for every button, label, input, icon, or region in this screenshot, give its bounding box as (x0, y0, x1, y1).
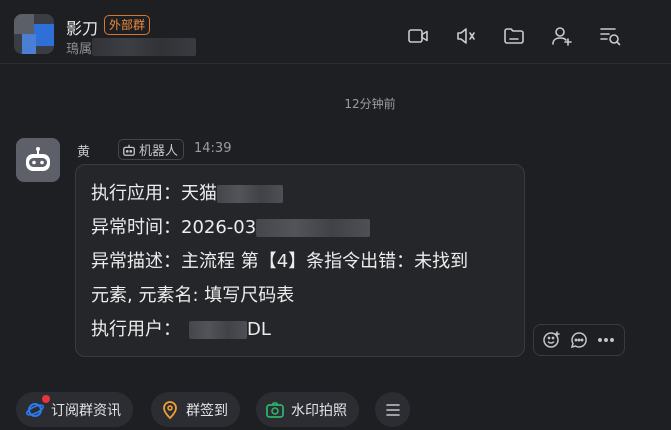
message-line-user: 执行用户： DL (91, 319, 271, 340)
bot-avatar[interactable] (16, 138, 60, 182)
redacted-app-name (217, 185, 283, 203)
message-line-app: 执行应用：天猫 (91, 177, 524, 211)
checkin-label: 群签到 (186, 402, 228, 419)
location-pin-icon (163, 400, 177, 419)
message-line-desc-cont: 元素, 元素名: 填写尺码表 (91, 285, 295, 306)
robot-tag-label: 机器人 (139, 144, 179, 159)
sender-name[interactable]: 黄 (77, 141, 90, 160)
message-actions (533, 324, 625, 356)
message-line-time: 异常时间：2026-03 (91, 211, 524, 245)
checkin-button[interactable]: 群签到 (151, 392, 240, 427)
robot-tag-icon (123, 144, 135, 156)
timestamp-separator: 12分钟前 (344, 97, 396, 111)
planet-icon (25, 402, 45, 417)
message-bubble[interactable]: 执行应用：天猫 异常时间：2026-03 异常描述：主流程 第【4】条指令出错：… (75, 164, 525, 357)
redacted-subtitle (92, 38, 196, 56)
redacted-time (256, 219, 371, 237)
video-call-icon[interactable] (406, 24, 430, 48)
watermark-photo-button[interactable]: 水印拍照 (256, 392, 359, 427)
reply-icon[interactable] (568, 329, 590, 351)
chat-header: 影刀 外部群 鳿属 (0, 0, 671, 64)
group-subtitle: 鳿属 (66, 42, 93, 57)
notification-dot (42, 395, 50, 403)
external-group-badge: 外部群 (104, 15, 151, 35)
subscribe-news-button[interactable]: 订阅群资讯 (16, 392, 133, 427)
add-member-icon[interactable] (550, 24, 574, 48)
speaker-icon[interactable] (454, 24, 478, 48)
folder-icon[interactable] (502, 24, 526, 48)
menu-icon (385, 403, 400, 416)
group-name[interactable]: 影刀 (66, 15, 98, 39)
robot-tag: 机器人 (118, 139, 185, 160)
camera-icon (266, 401, 284, 418)
message-line-desc: 异常描述：主流程 第【4】条指令出错：未找到 (91, 251, 469, 272)
robot-icon (26, 147, 50, 171)
redacted-user (189, 321, 247, 339)
subscribe-news-label: 订阅群资讯 (51, 402, 121, 419)
message-time: 14:39 (194, 141, 232, 156)
more-menu-button[interactable] (375, 392, 410, 427)
add-reaction-icon[interactable] (541, 329, 563, 351)
chat-window: 影刀 外部群 鳿属 12分钟前 黄 机器人 14:39 执行应用：天猫 异常时间… (0, 0, 671, 430)
group-avatar[interactable] (14, 14, 54, 54)
search-history-icon[interactable] (598, 24, 622, 48)
more-icon[interactable] (595, 329, 617, 351)
watermark-photo-label: 水印拍照 (291, 402, 347, 419)
